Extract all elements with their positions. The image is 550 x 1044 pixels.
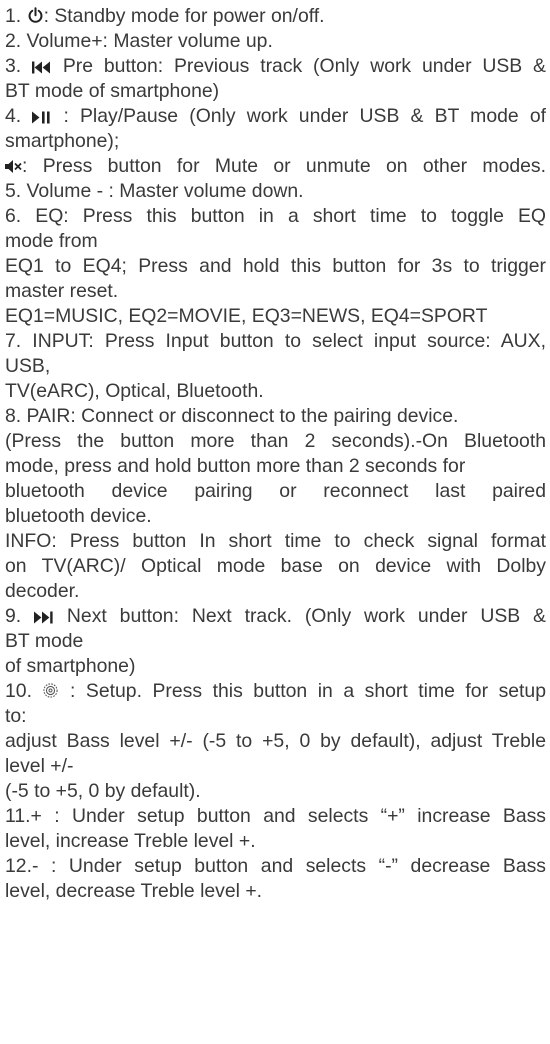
item-number: 1.: [5, 5, 27, 27]
item-number: 10.: [5, 680, 43, 702]
item-mute: : Press button for Mute or unmute on oth…: [5, 154, 546, 179]
power-icon: [27, 7, 44, 24]
item-8-continued: bluetooth device pairing or reconnect la…: [5, 480, 546, 502]
item-8-pair: 8. PAIR: Connect or disconnect to the pa…: [5, 405, 459, 427]
item-12-minus: 12.- : Under setup button and selects “-…: [5, 855, 546, 877]
item-4-continued: smartphone);: [5, 130, 120, 152]
item-10-setup: 10. : Setup. Press this button in a shor…: [5, 679, 546, 704]
item-text: Pre button: Previous track (Only work un…: [52, 55, 546, 77]
item-12-continued: level, decrease Treble level +.: [5, 880, 263, 902]
item-info-continued: on TV(ARC)/ Optical mode base on device …: [5, 555, 546, 577]
item-9-next: 9. Next button: Next track. (Only work u…: [5, 604, 546, 629]
item-6-continued: master reset.: [5, 280, 119, 302]
item-1-standby: 1. : Standby mode for power on/off.: [5, 4, 546, 29]
play-pause-icon: [32, 111, 52, 124]
item-6-eq: 6. EQ: Press this button in a short time…: [5, 205, 546, 227]
instruction-document: 1. : Standby mode for power on/off. 2. V…: [0, 0, 550, 1044]
mute-icon: [5, 159, 22, 174]
item-number: 4.: [5, 105, 33, 127]
item-6-continued: mode from: [5, 230, 98, 252]
item-6-continued: EQ1 to EQ4; Press and hold this button f…: [5, 255, 546, 277]
setup-gear-icon: [42, 682, 59, 699]
item-8-continued: mode, press and hold button more than 2 …: [5, 455, 466, 477]
item-7-input: 7. INPUT: Press Input button to select i…: [5, 330, 546, 352]
item-11-continued: level, increase Treble level +.: [5, 830, 256, 852]
item-3-previous: 3. Pre button: Previous track (Only work…: [5, 54, 546, 79]
item-info-continued: decoder.: [5, 580, 80, 602]
previous-track-icon: [32, 61, 52, 74]
item-number: 9.: [5, 605, 35, 627]
item-10-continued: to:: [5, 705, 27, 727]
item-info: INFO: Press button In short time to chec…: [5, 530, 546, 552]
item-text: Next button: Next track. (Only work unde…: [54, 605, 546, 627]
item-text: : Standby mode for power on/off.: [43, 5, 325, 27]
item-4-play-pause: 4. : Play/Pause (Only work under USB & B…: [5, 104, 546, 129]
item-text: : Play/Pause (Only work under USB & BT m…: [52, 105, 546, 127]
item-10-continued: (-5 to +5, 0 by default).: [5, 780, 201, 802]
item-text: : Setup. Press this button in a short ti…: [59, 680, 546, 702]
item-9-continued: BT mode: [5, 630, 84, 652]
item-text: : Press button for Mute or unmute on oth…: [22, 155, 546, 177]
item-2-volume-up: 2. Volume+: Master volume up.: [5, 30, 273, 52]
item-3-continued: BT mode of smartphone): [5, 80, 220, 102]
item-number: 3.: [5, 55, 32, 77]
item-5-volume-down: 5. Volume - : Master volume down.: [5, 180, 304, 202]
item-11-plus: 11.+ : Under setup button and selects “+…: [5, 805, 546, 827]
item-10-continued: adjust Bass level +/- (-5 to +5, 0 by de…: [5, 730, 546, 752]
item-6-eq-modes: EQ1=MUSIC, EQ2=MOVIE, EQ3=NEWS, EQ4=SPOR…: [5, 305, 488, 327]
item-8-continued: (Press the button more than 2 seconds).-…: [5, 430, 546, 452]
item-9-continued: of smartphone): [5, 655, 136, 677]
item-7-continued: USB,: [5, 355, 51, 377]
item-7-continued: TV(eARC), Optical, Bluetooth.: [5, 380, 264, 402]
item-8-continued: bluetooth device.: [5, 505, 152, 527]
item-10-continued: level +/-: [5, 755, 74, 777]
next-track-icon: [34, 611, 54, 624]
